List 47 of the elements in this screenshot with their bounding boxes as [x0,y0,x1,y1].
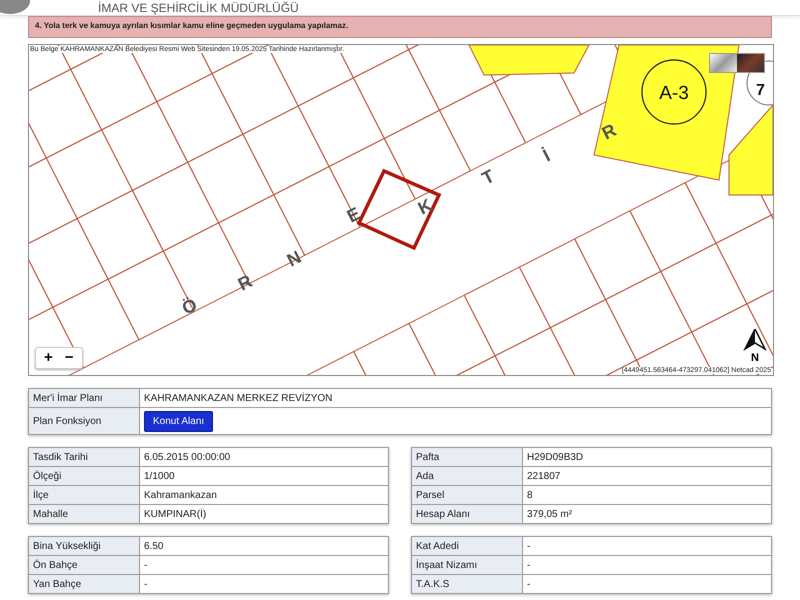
table-label: Pafta [412,448,522,466]
zoom-out-button[interactable]: − [60,350,78,366]
table-label: Ön Bahçe [28,556,140,574]
table-cell: - [140,556,388,574]
street-label: T [478,166,498,189]
plan-function-tag: Konut Alanı [144,410,214,432]
table-label: Bina Yüksekliği [28,536,140,556]
street-label: İ [540,145,554,166]
table-cell: KAHRAMANKAZAN MERKEZ REVİZYON [140,388,772,408]
table-label: Ölçeği [28,466,140,486]
table-cell: 6.50 [140,536,388,556]
table-label: Tasdik Tarihi [28,448,140,466]
table-cell: 1/1000 [140,466,388,486]
layer-thumbnail[interactable] [737,54,764,72]
notice-text: 4. Yola terk ve kamuya ayrılan kısımlar kamu eline geçmeden uygulama yapılamaz. [28,16,772,38]
street-label: Ö [178,294,200,319]
department-title: İMAR VE ŞEHİRCİLİK MÜDÜRLÜĞÜ [98,0,299,14]
table-cell: - [522,536,772,556]
table-label: T.A.K.S [412,574,522,594]
table-cell: H29D09B3D [522,448,772,466]
table-label: Parsel [412,486,522,504]
zone-label: A-3 [641,59,707,125]
table-label: Hesap Alanı [412,504,522,524]
table-cell: - [140,574,388,594]
table-cell: 8 [522,486,772,504]
table-label: Yan Bahçe [28,574,140,594]
table-cell: KUMPINAR(İ) [140,504,388,524]
street-label: R [234,270,256,295]
street-label: N [284,246,304,271]
table-cell: - [522,556,772,574]
table-cell: - [522,574,772,594]
table-cell: 379,05 m² [522,504,772,524]
table-label: İnşaat Nizamı [412,556,522,574]
table-label: Mahalle [28,504,140,524]
table-label: Ada [412,466,522,486]
layer-thumbnail[interactable] [710,54,737,72]
table-label: Kat Adedi [412,536,522,556]
table-cell: 221807 [522,466,772,486]
zoom-in-button[interactable]: + [40,350,57,366]
table-label: Mer'i İmar Planı [28,388,140,408]
table-cell: 6.05.2015 00:00:00 [140,448,388,466]
street-label: R [598,120,620,144]
table-cell: Kahramankazan [140,486,388,504]
table-label: Plan Fonksiyon [28,408,140,434]
street-label: E [344,203,364,227]
table-label: İlçe [28,486,140,504]
street-label: K [414,194,436,219]
